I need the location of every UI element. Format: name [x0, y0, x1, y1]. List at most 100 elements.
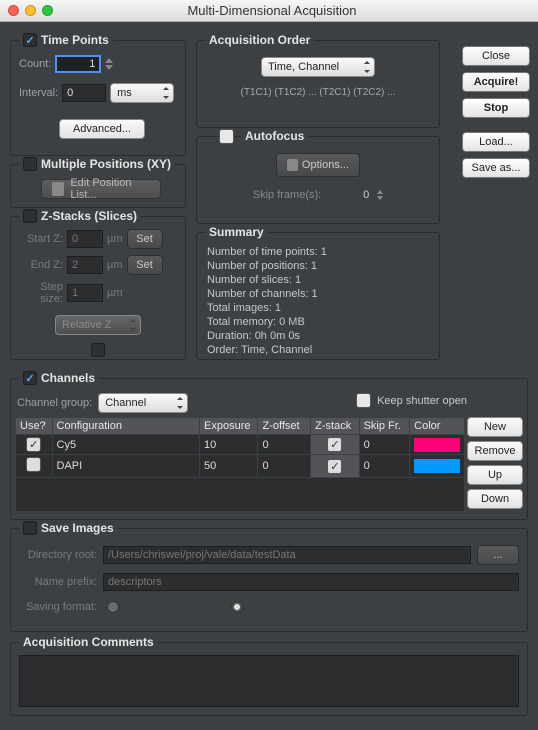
summary-body: Number of time points: 1 Number of posit…	[207, 245, 327, 357]
summary-line: Number of time points: 1	[207, 245, 327, 259]
skip-step-up[interactable]	[377, 190, 383, 194]
title-bar: Multi-Dimensional Acquisition	[0, 0, 538, 22]
load-button[interactable]: Load...	[462, 132, 530, 152]
name-prefix-label: Name prefix:	[19, 576, 97, 588]
row-zoffset[interactable]: 0	[258, 435, 311, 455]
interval-unit-select[interactable]: ms	[110, 83, 174, 103]
table-row[interactable]: DAPI 50 0 0	[16, 455, 465, 478]
channel-remove-button[interactable]: Remove	[467, 441, 523, 461]
acq-order-select[interactable]: Time, Channel	[261, 57, 375, 77]
skip-frames-label: Skip frame(s):	[253, 189, 321, 201]
row-config[interactable]: DAPI	[52, 455, 199, 478]
summary-line: Number of positions: 1	[207, 259, 327, 273]
start-z-label: Start Z:	[19, 233, 63, 245]
channels-title: Channels	[41, 371, 95, 385]
col-config: Configuration	[52, 418, 199, 435]
skip-step-down[interactable]	[377, 196, 383, 200]
comments-textarea[interactable]	[19, 655, 519, 707]
keep-shutter-label: Keep shutter open	[377, 395, 467, 407]
zstacks-checkbox[interactable]	[23, 209, 37, 223]
dir-root-input[interactable]	[103, 546, 471, 564]
positions-title: Multiple Positions (XY)	[41, 157, 171, 171]
close-button[interactable]: Close	[462, 46, 530, 66]
row-config[interactable]: Cy5	[52, 435, 199, 455]
advanced-button[interactable]: Advanced...	[59, 119, 145, 139]
row-color[interactable]	[410, 455, 465, 478]
summary-title: Summary	[209, 225, 264, 239]
channel-group-select[interactable]: Channel	[98, 393, 188, 413]
summary-line: Total images: 1	[207, 301, 327, 315]
name-prefix-input[interactable]	[103, 573, 519, 591]
step-size-input[interactable]	[67, 284, 103, 302]
count-label: Count:	[19, 58, 51, 70]
dir-root-label: Directory root:	[19, 549, 97, 561]
save-images-title: Save Images	[41, 521, 114, 535]
zstacks-title: Z-Stacks (Slices)	[41, 209, 137, 223]
autofocus-title: Autofocus	[245, 129, 304, 143]
summary-line: Total memory: 0 MB	[207, 315, 327, 329]
row-skip[interactable]: 0	[359, 435, 410, 455]
edit-position-list-button[interactable]: Edit Position List...	[41, 179, 161, 199]
acquire-button[interactable]: Acquire!	[462, 72, 530, 92]
row-exposure[interactable]: 50	[200, 455, 258, 478]
keep-shutter-checkbox[interactable]	[356, 393, 371, 408]
z-extra-checkbox[interactable]	[91, 343, 105, 357]
count-step-up[interactable]	[105, 58, 113, 63]
channels-table[interactable]: Use? Configuration Exposure Z-offset Z-s…	[15, 417, 465, 478]
count-step-down[interactable]	[105, 65, 113, 70]
interval-input[interactable]	[62, 84, 106, 102]
summary-line: Duration: 0h 0m 0s	[207, 329, 327, 343]
row-use-checkbox[interactable]	[26, 457, 41, 472]
browse-button[interactable]: ...	[477, 545, 519, 565]
format-radio-2[interactable]	[231, 601, 243, 613]
col-use: Use?	[16, 418, 53, 435]
summary-line: Number of channels: 1	[207, 287, 327, 301]
time-points-checkbox[interactable]	[23, 33, 37, 47]
count-input[interactable]	[55, 55, 101, 73]
comments-title: Acquisition Comments	[23, 635, 154, 649]
stop-button[interactable]: Stop	[462, 98, 530, 118]
row-use-checkbox[interactable]	[26, 437, 41, 452]
z-mode-select[interactable]: Relative Z	[55, 315, 141, 335]
row-color[interactable]	[410, 435, 465, 455]
save-images-checkbox[interactable]	[23, 521, 37, 535]
col-zoffset: Z-offset	[258, 418, 311, 435]
save-as-button[interactable]: Save as...	[462, 158, 530, 178]
autofocus-options-button[interactable]: Options...	[276, 153, 360, 177]
summary-line: Number of slices: 1	[207, 273, 327, 287]
row-skip[interactable]: 0	[359, 455, 410, 478]
acq-order-pattern: (T1C1) (T1C2) ... (T2C1) (T2C2) ...	[197, 87, 439, 98]
end-z-unit: µm	[107, 259, 123, 271]
format-radio-1[interactable]	[107, 601, 119, 613]
end-z-set-button[interactable]: Set	[127, 255, 163, 275]
time-points-title: Time Points	[41, 33, 109, 47]
row-zstack-checkbox[interactable]	[327, 437, 342, 452]
wrench-icon	[287, 159, 298, 171]
channel-down-button[interactable]: Down	[467, 489, 523, 509]
acq-order-title: Acquisition Order	[209, 33, 310, 47]
col-zstack: Z-stack	[311, 418, 359, 435]
row-zoffset[interactable]: 0	[258, 455, 311, 478]
channel-new-button[interactable]: New	[467, 417, 523, 437]
col-color: Color	[410, 418, 465, 435]
channel-group-label: Channel group:	[17, 397, 92, 409]
start-z-input[interactable]	[67, 230, 103, 248]
window-title: Multi-Dimensional Acquisition	[14, 3, 530, 18]
channel-up-button[interactable]: Up	[467, 465, 523, 485]
step-size-label: Step size:	[19, 281, 63, 305]
col-skip: Skip Fr.	[359, 418, 410, 435]
interval-label: Interval:	[19, 87, 58, 99]
start-z-set-button[interactable]: Set	[127, 229, 163, 249]
channels-checkbox[interactable]	[23, 371, 37, 385]
table-row[interactable]: Cy5 10 0 0	[16, 435, 465, 455]
autofocus-checkbox[interactable]	[219, 129, 234, 144]
end-z-input[interactable]	[67, 256, 103, 274]
list-icon	[52, 182, 64, 196]
row-exposure[interactable]: 10	[200, 435, 258, 455]
saving-format-label: Saving format:	[19, 601, 97, 613]
skip-frames-value[interactable]: 0	[329, 189, 369, 201]
step-size-unit: µm	[107, 287, 123, 299]
row-zstack-checkbox[interactable]	[327, 459, 342, 474]
positions-checkbox[interactable]	[23, 157, 37, 171]
end-z-label: End Z:	[19, 259, 63, 271]
